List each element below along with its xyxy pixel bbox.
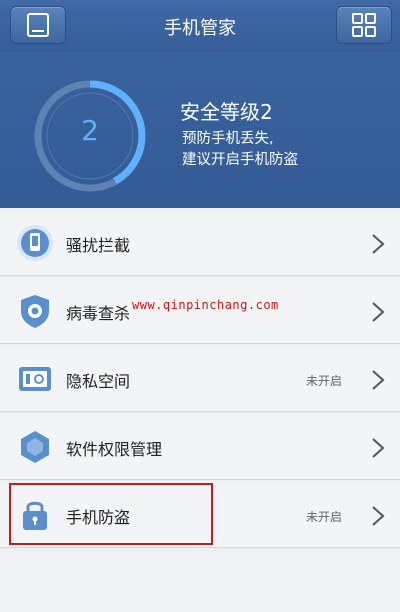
list-item-label: 隐私空间	[66, 372, 131, 391]
watermark-text: www.qinpinchang.com	[132, 298, 279, 312]
list-item-app-permissions[interactable]: 软件权限管理	[0, 414, 400, 480]
phone-tablet-icon	[27, 13, 49, 37]
menu-grid-button[interactable]	[336, 6, 392, 44]
chevron-right-icon	[372, 302, 385, 322]
security-advice-line2: 建议开启手机防盗	[182, 152, 298, 168]
shield-scan-icon	[21, 295, 49, 328]
chevron-right-icon	[372, 234, 385, 254]
list-item-label: 病毒查杀	[66, 304, 131, 323]
safe-box-icon	[19, 367, 51, 391]
app-header: 手机管家	[0, 0, 400, 52]
device-button[interactable]	[10, 6, 66, 44]
security-summary[interactable]: 2 安全等级2 预防手机丢失, 建议开启手机防盗	[0, 52, 400, 208]
list-item-private-space[interactable]: 隐私空间 未开启	[0, 346, 400, 412]
grid-menu-icon	[352, 13, 376, 37]
list-item-state: 未开启	[306, 374, 343, 388]
list-item-state: 未开启	[306, 510, 343, 524]
phone-block-icon	[17, 225, 53, 261]
chevron-right-icon	[372, 506, 385, 526]
security-level-title: 安全等级2	[180, 100, 273, 124]
chevron-right-icon	[372, 370, 385, 390]
chevron-right-icon	[372, 438, 385, 458]
list-item-label: 骚扰拦截	[66, 236, 131, 255]
security-level-number: 2	[81, 114, 99, 147]
list-item-harassment-block[interactable]: 骚扰拦截	[0, 210, 400, 276]
hexagon-permission-icon	[21, 431, 49, 463]
highlight-frame	[9, 483, 213, 545]
security-advice-line1: 预防手机丢失,	[182, 131, 274, 147]
bottom-area	[0, 556, 400, 612]
list-item-label: 软件权限管理	[66, 440, 163, 459]
page-title: 手机管家	[164, 18, 236, 39]
